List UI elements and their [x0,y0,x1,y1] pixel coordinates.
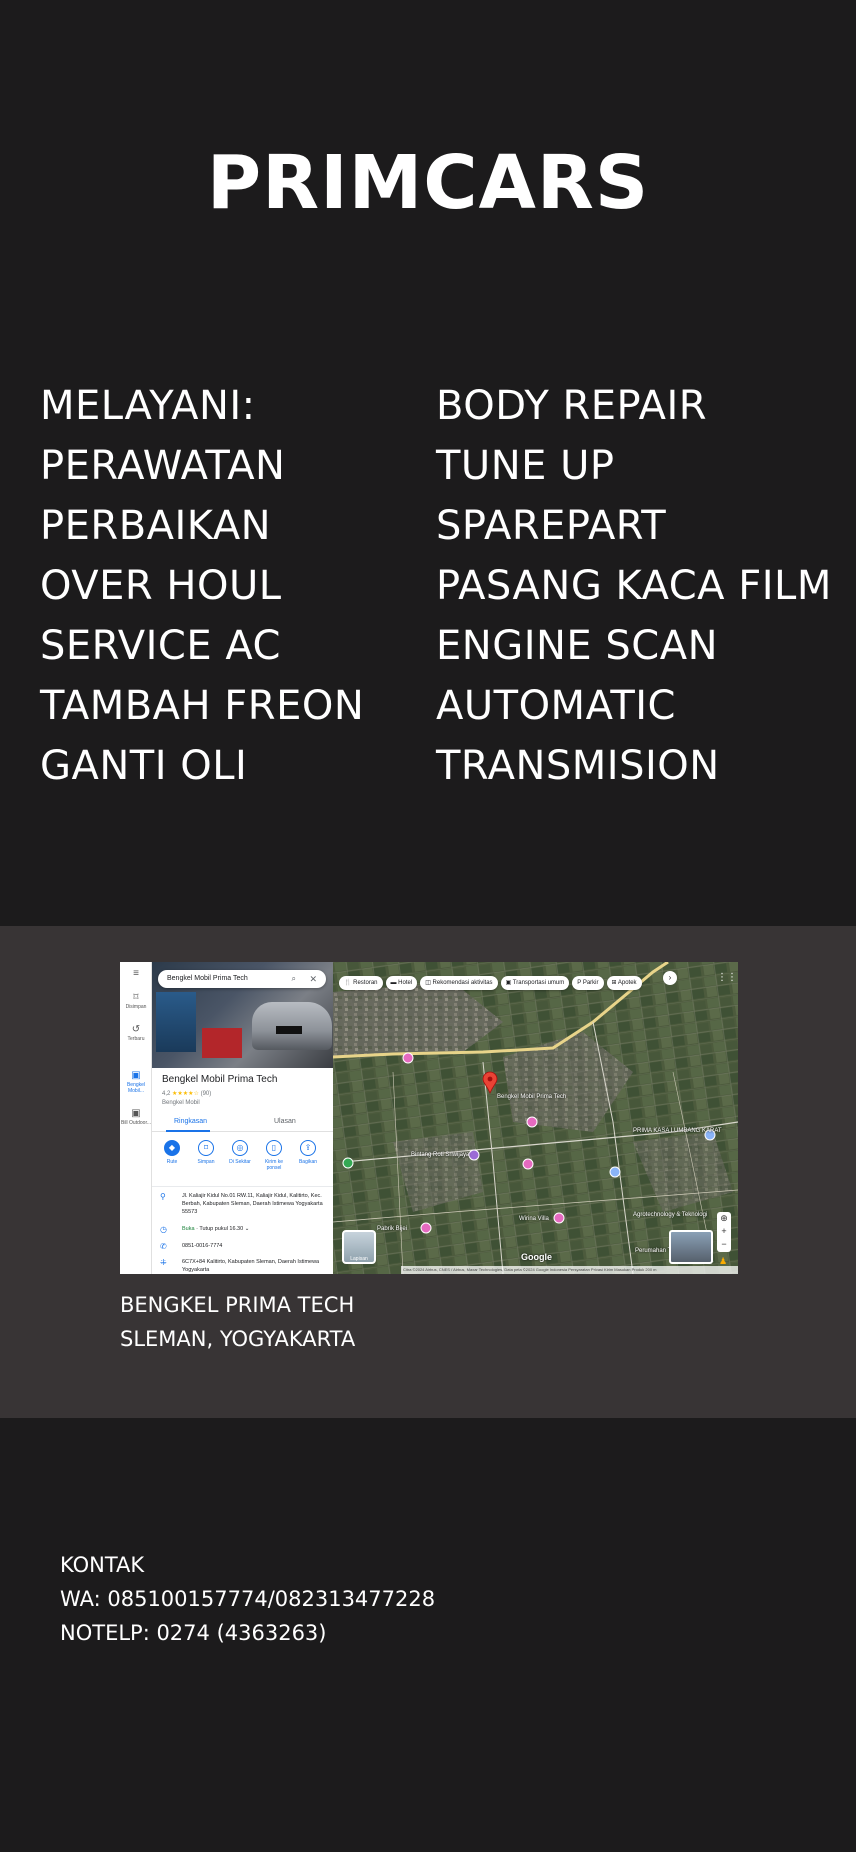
zoom-controls: ⊕ + − [717,1212,731,1252]
star-rating-icon: ★★★★☆ [172,1091,199,1097]
compass-icon[interactable]: ⊕ [717,1212,731,1225]
clock-icon: ◷ [160,1225,167,1234]
zoom-in-button[interactable]: + [717,1225,731,1238]
map-label: PRIMA KASA LUMBANG KARAT [633,1128,722,1134]
poi-marker-icon [420,1222,432,1234]
map-attribution: Citra ©2024 Airbus, CNES / Airbus, Maxar… [401,1266,738,1274]
service-item: GANTI OLI [40,743,248,789]
rail-item-place-1[interactable]: ▣ Bengkel Mobil... [120,1070,152,1094]
services-list-left: MELAYANI: PERAWATAN PERBAIKAN OVER HOUL SERV… [40,376,364,796]
tab-reviews[interactable]: Ulasan [274,1118,296,1125]
contact-heading: KONTAK [60,1553,145,1577]
send-to-phone-icon: ▯ [266,1140,282,1156]
service-item: TUNE UP [436,443,615,489]
whatsapp-numbers: WA: 085100157774/082313477228 [60,1587,436,1611]
share-icon: ⇪ [300,1140,316,1156]
brand-title: PRIMCARS [206,140,650,226]
location-pin-icon: ⚲ [160,1192,166,1201]
location-caption: BENGKEL PRIMA TECH SLEMAN, YOGYAKARTA [120,1288,355,1356]
place-rating: 4,2 ★★★★☆ (90) [162,1091,212,1097]
service-item: PERAWATAN [40,443,286,489]
place-actions: ◆ Rute ⌑ Simpan ◎ Di Sekitar ▯ Kirim ke pons… [152,1140,333,1180]
service-item: PASANG KACA FILM [436,563,832,609]
bookmark-icon: ⌑ [133,992,139,1003]
service-item: TAMBAH FREON [40,683,365,729]
save-button[interactable]: ⌑ Simpan [190,1140,222,1165]
contact-section: KONTAK WA: 085100157774/082313477228 NOT… [60,1548,435,1650]
place-thumb-icon: ▣ [131,1070,141,1081]
poi-marker-icon [522,1158,534,1170]
street-view-thumbnail[interactable] [669,1230,713,1264]
maps-search-input[interactable]: Bengkel Mobil Prima Tech ⌕ ✕ [158,970,326,988]
place-marker-icon[interactable] [482,1071,498,1094]
place-tabs: Ringkasan Ulasan [152,1114,333,1132]
service-item: SPAREPART [436,503,667,549]
maps-side-rail: ≡ ⌑ Disimpan ↺ Terbaru ▣ Bengkel Mobil... ▣… [120,962,152,1274]
location-line-1: BENGKEL PRIMA TECH [120,1293,355,1317]
plus-code-icon: ⁜ [160,1258,167,1267]
place-panel: Bengkel Mobil Prima Tech ⌕ ✕ Bengkel Mob… [152,962,333,1274]
poi-marker-icon [609,1166,621,1178]
service-item: SERVICE AC [40,623,281,669]
menu-icon[interactable]: ≡ [120,968,152,980]
google-maps-screenshot[interactable]: ≡ ⌑ Disimpan ↺ Terbaru ▣ Bengkel Mobil... ▣… [120,962,738,1274]
directions-button[interactable]: ◆ Rute [156,1140,188,1165]
rail-item-saved[interactable]: ⌑ Disimpan [120,992,152,1010]
rail-item-place-2[interactable]: ▣ Bill Outdoor... [120,1108,152,1126]
send-to-phone-button[interactable]: ▯ Kirim ke ponsel [258,1140,290,1171]
poi-marker-icon [402,1052,414,1064]
map-label: Bintang Roti Sriwijaya [411,1152,470,1158]
satellite-map[interactable]: 🍴 Restoran ▬ Hotel ◫ Rekomendasi aktivitas… [333,962,738,1274]
zoom-out-button[interactable]: − [717,1238,731,1251]
map-label: Bengkel Mobil Prima Tech [497,1094,567,1100]
service-item: TRANSMISION [436,743,720,789]
close-icon[interactable]: ✕ [309,970,317,988]
hero-section: PRIMCARS MELAYANI: PERAWATAN PERBAIKAN OVER… [0,0,856,926]
poi-marker-icon [342,1157,354,1169]
bookmark-icon: ⌑ [198,1140,214,1156]
directions-icon: ◆ [164,1140,180,1156]
rail-item-recent[interactable]: ↺ Terbaru [120,1024,152,1042]
service-item: ENGINE SCAN [436,623,719,669]
place-category: Bengkel Mobil [162,1100,200,1106]
search-icon[interactable]: ⌕ [292,970,296,988]
place-name: Bengkel Mobil Prima Tech [162,1074,278,1085]
place-thumb-icon: ▣ [131,1108,141,1119]
services-list-right: BODY REPAIR TUNE UP SPAREPART PASANG KACA F… [436,376,832,796]
location-line-2: SLEMAN, YOGYAKARTA [120,1327,356,1351]
map-label: Pabrik Bijei [377,1226,408,1232]
poi-marker-icon [553,1212,565,1224]
layers-button[interactable]: Lapisan [342,1230,376,1264]
phone-number: NOTELP: 0274 (4363263) [60,1621,327,1645]
service-item: PERBAIKAN [40,503,272,549]
location-section: ≡ ⌑ Disimpan ↺ Terbaru ▣ Bengkel Mobil... ▣… [0,926,856,1418]
service-item: OVER HOUL [40,563,282,609]
nearby-button[interactable]: ◎ Di Sekitar [224,1140,256,1165]
poi-marker-icon [468,1149,480,1161]
chevron-down-icon[interactable]: ⌄ [245,1226,250,1232]
google-logo: Google [521,1252,552,1262]
nearby-icon: ◎ [232,1140,248,1156]
service-item: BODY REPAIR [436,383,708,429]
poi-marker-icon [526,1116,538,1128]
map-label: Wirina Villa [519,1216,549,1222]
tab-overview[interactable]: Ringkasan [174,1118,207,1125]
service-item: MELAYANI: [40,383,256,429]
share-button[interactable]: ⇪ Bagikan [292,1140,324,1165]
map-label: Agrotechnology & Teknologi [633,1212,708,1218]
phone-icon: ✆ [160,1242,167,1251]
service-item: AUTOMATIC [436,683,676,729]
history-icon: ↺ [131,1024,141,1035]
